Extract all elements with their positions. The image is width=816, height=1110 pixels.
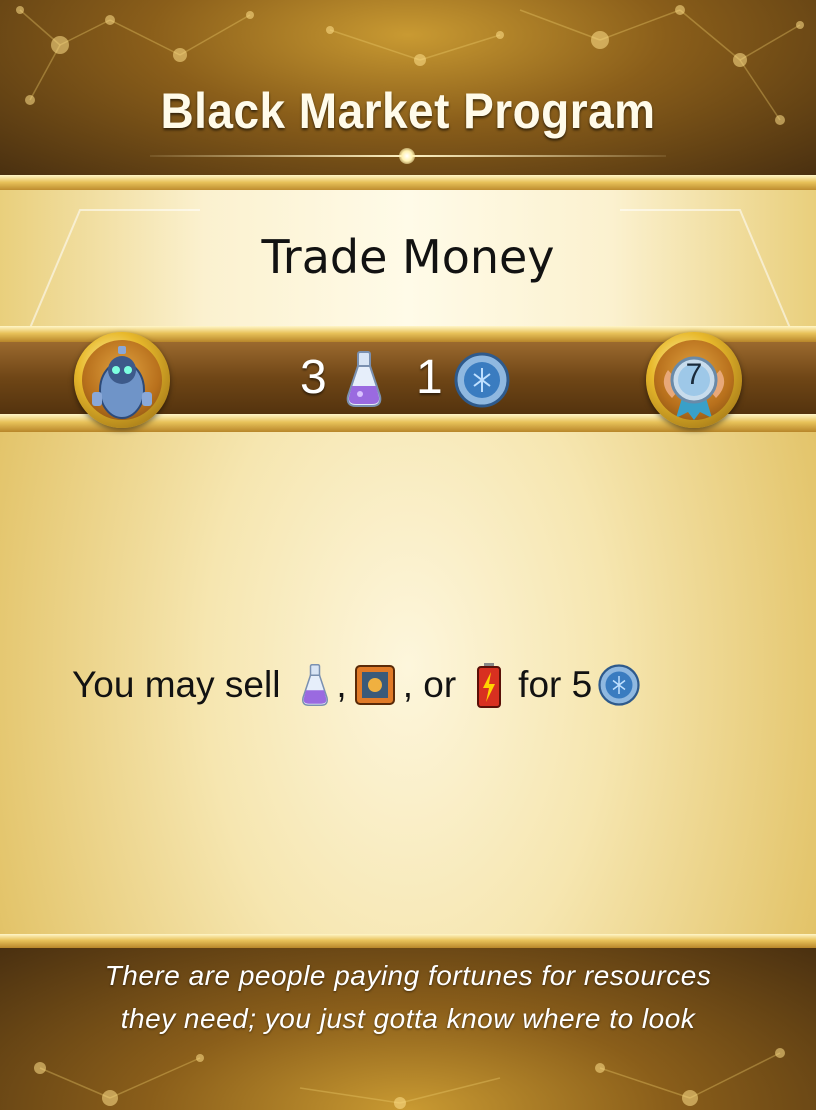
card-title: Black Market Program: [160, 83, 656, 139]
coin-icon: [454, 352, 510, 408]
effect-sep-2: , or: [402, 664, 457, 705]
effect-text: You may sell , , or for 5: [72, 660, 646, 710]
effect-sep-1: ,: [336, 664, 347, 705]
flavor-gold-trim: [0, 934, 816, 948]
coin-icon: [598, 664, 640, 706]
effect-suffix: for 5: [518, 664, 593, 705]
flavor-line-1: There are people paying fortunes for res…: [104, 960, 712, 991]
potion-flask-icon: [346, 351, 382, 407]
card-name: Trade Money: [261, 230, 555, 284]
coin-cost: 1: [416, 351, 443, 404]
crate-icon: [354, 665, 395, 705]
flavor-line-2: they need; you just gotta know where to …: [120, 1003, 696, 1034]
effect-prefix: You may sell: [72, 664, 281, 705]
battery-icon: [477, 663, 502, 708]
flavor-text: There are people paying fortunes for res…: [0, 954, 816, 1040]
header-gold-trim: [0, 175, 816, 191]
level-number: 7: [685, 358, 703, 391]
title-divider-gem: [399, 148, 415, 164]
game-card[interactable]: Black Market Program Trade Money 3 1 7 Y…: [0, 0, 816, 1110]
robot-medallion: [74, 332, 170, 428]
card-header: Black Market Program: [0, 0, 816, 175]
potion-flask-icon: [302, 664, 329, 706]
level-medallion: 7: [646, 332, 742, 428]
potion-cost: 3: [300, 351, 327, 404]
robot-icon: [92, 346, 152, 419]
